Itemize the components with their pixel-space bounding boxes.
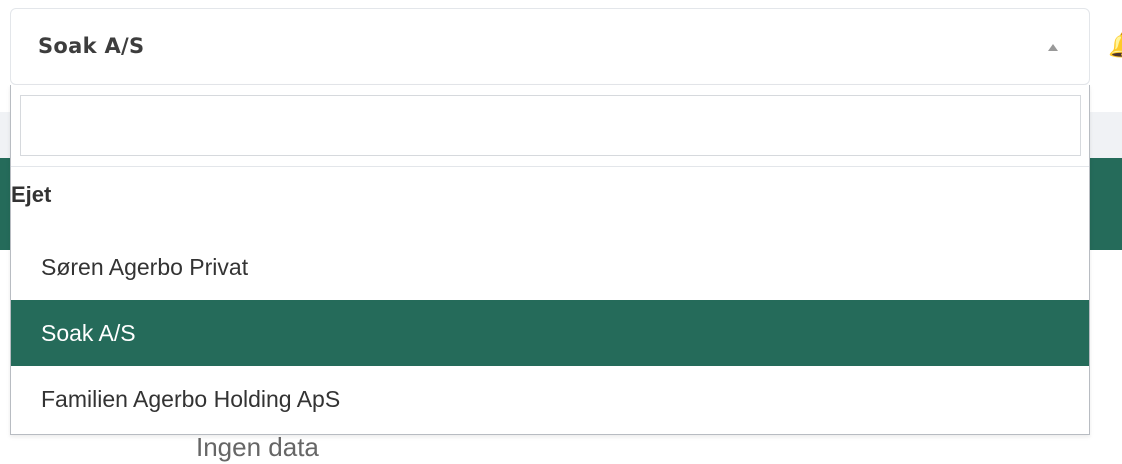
option-soren-agerbo-privat[interactable]: Søren Agerbo Privat (11, 234, 1089, 300)
empty-state-text: Ingen data (196, 432, 319, 462)
caret-up-icon (1048, 44, 1058, 51)
company-select[interactable]: Soak A/S (10, 8, 1090, 85)
dropdown-search-container (11, 85, 1089, 167)
option-familien-agerbo-holding[interactable]: Familien Agerbo Holding ApS (11, 366, 1089, 432)
option-soak-as[interactable]: Soak A/S (11, 300, 1089, 366)
selected-value: Soak A/S (38, 34, 145, 58)
dropdown-search-input[interactable] (20, 95, 1081, 156)
bell-icon[interactable]: 🔔 (1108, 30, 1122, 60)
select-dropdown: Ejet Søren Agerbo Privat Soak A/S Famili… (10, 85, 1090, 435)
option-group-label: Ejet (11, 182, 52, 207)
